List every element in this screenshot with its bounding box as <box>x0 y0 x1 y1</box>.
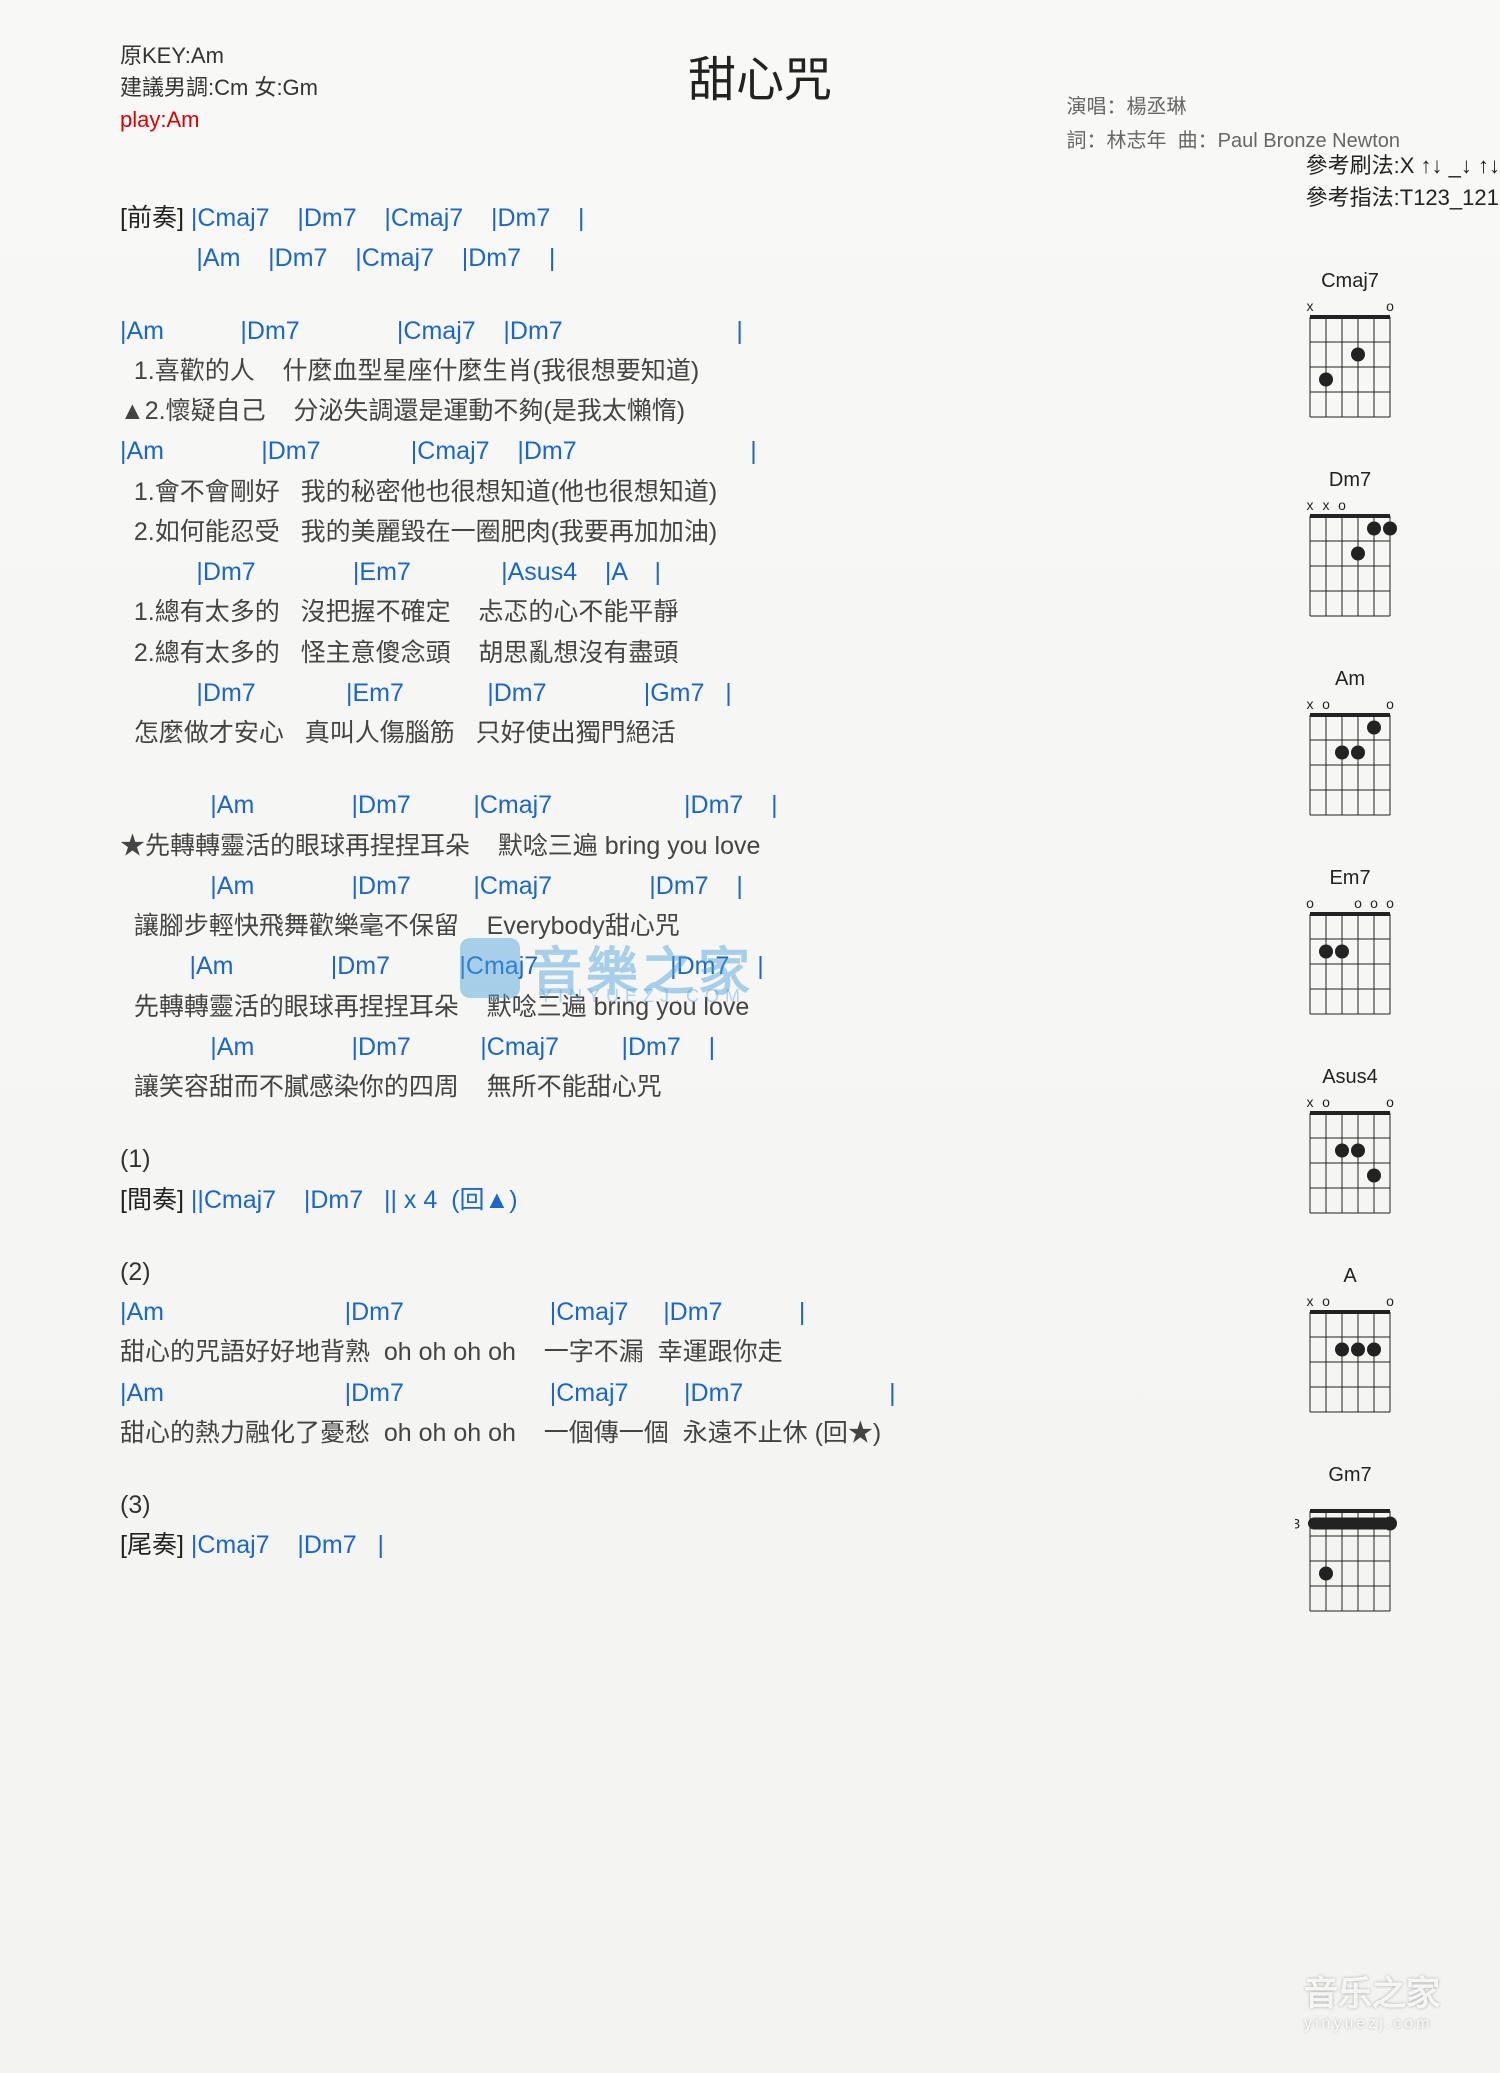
verse1-lyric-2: ▲2.懷疑自己 分泌失調還是運動不夠(是我太懶惰) <box>120 393 1400 429</box>
svg-text:o: o <box>1386 298 1394 314</box>
chord-diagram-label: Gm7 <box>1270 1464 1430 1487</box>
chord-diagram-label: Em7 <box>1270 867 1430 890</box>
svg-text:o: o <box>1386 1293 1394 1309</box>
svg-text:o: o <box>1370 895 1378 911</box>
verse1-lyric-1: 1.喜歡的人 什麼血型星座什麼生肖(我很想要知道) <box>120 353 1400 389</box>
chord-diagram-label: Cmaj7 <box>1270 270 1430 293</box>
footer-watermark: 音乐之家 yinyuezj.com <box>1304 1966 1440 2033</box>
original-key: 原KEY:Am <box>120 40 318 72</box>
chorus4-lyric: 讓笑容甜而不膩感染你的四周 無所不能甜心咒 <box>120 1069 1400 1105</box>
music-sheet: [前奏] |Cmaj7 |Dm7 |Cmaj7 |Dm7 | |Am |Dm7 … <box>120 200 1400 1564</box>
chord-diagram-am: Amxoo <box>1270 668 1430 825</box>
interlude-line: [間奏] ||Cmaj7 |Dm7 || x 4 (回▲) <box>120 1182 1400 1218</box>
svg-text:o: o <box>1386 895 1394 911</box>
bridge1-chords: |Am |Dm7 |Cmaj7 |Dm7 | <box>120 1294 1400 1330</box>
chord-diagram-label: Am <box>1270 668 1430 691</box>
intro-line-1: [前奏] |Cmaj7 |Dm7 |Cmaj7 |Dm7 | <box>120 200 1400 236</box>
verse2-lyric-1: 1.會不會剛好 我的秘密他也很想知道(他也很想知道) <box>120 474 1400 510</box>
bridge2-chords: |Am |Dm7 |Cmaj7 |Dm7 | <box>120 1375 1400 1411</box>
marker-2: (2) <box>120 1254 1400 1290</box>
verse1-chords: |Am |Dm7 |Cmaj7 |Dm7 | <box>120 313 1400 349</box>
strum-pattern: 參考刷法:X ↑↓ _↓ ↑↓ <box>1306 150 1500 182</box>
svg-text:x: x <box>1307 1094 1314 1110</box>
chord-diagram-asus4: Asus4xoo <box>1270 1066 1430 1223</box>
svg-text:o: o <box>1354 895 1362 911</box>
chord-diagram-cmaj7: Cmaj7 x o <box>1270 270 1430 427</box>
chord-diagram-dm7: Dm7xxo <box>1270 469 1430 626</box>
chord-diagram-gm7: Gm7 3 <box>1270 1464 1430 1621</box>
chord-diagram-label: Asus4 <box>1270 1066 1430 1089</box>
svg-text:x: x <box>1307 497 1314 513</box>
svg-text:o: o <box>1322 1094 1330 1110</box>
pre1-lyric-2: 2.總有太多的 怪主意傻念頭 胡思亂想沒有盡頭 <box>120 635 1400 671</box>
play-key: play:Am <box>120 104 318 136</box>
svg-text:3: 3 <box>1295 1516 1300 1532</box>
chord-diagram-em7: Em7oooo <box>1270 867 1430 1024</box>
chorus2-lyric: 讓腳步輕快飛舞歡樂毫不保留 Everybody甜心咒 <box>120 908 1400 944</box>
singer-row: 演唱：楊丞琳 <box>1067 90 1400 124</box>
pre1-lyric-1: 1.總有太多的 沒把握不確定 忐忑的心不能平靜 <box>120 594 1400 630</box>
chord-sheet-page: 原KEY:Am 建議男調:Cm 女:Gm play:Am 甜心咒 演唱：楊丞琳 … <box>0 0 1500 2073</box>
chord-diagram-label: Dm7 <box>1270 469 1430 492</box>
svg-text:o: o <box>1386 1094 1394 1110</box>
chord-diagram-label: A <box>1270 1265 1430 1288</box>
chorus2-chords: |Am |Dm7 |Cmaj7 |Dm7 | <box>120 868 1400 904</box>
suggested-key: 建議男調:Cm 女:Gm <box>120 72 318 104</box>
key-info: 原KEY:Am 建議男調:Cm 女:Gm play:Am <box>120 40 318 136</box>
chorus1-lyric: ★先轉轉靈活的眼球再捏捏耳朵 默唸三遍 bring you love <box>120 828 1400 864</box>
chord-diagrams: Cmaj7xoDm7xxoAmxooEm7ooooAsus4xooAxooGm7… <box>1270 270 1430 1663</box>
finger-pattern: 參考指法:T123_121 <box>1306 182 1500 214</box>
verse2-chords: |Am |Dm7 |Cmaj7 |Dm7 | <box>120 433 1400 469</box>
svg-text:x: x <box>1307 298 1314 314</box>
svg-text:o: o <box>1386 696 1394 712</box>
svg-text:o: o <box>1322 696 1330 712</box>
pre2-lyric: 怎麼做才安心 真叫人傷腦筋 只好使出獨門絕活 <box>120 715 1400 751</box>
outro-line: [尾奏] |Cmaj7 |Dm7 | <box>120 1527 1400 1563</box>
pre1-chords: |Dm7 |Em7 |Asus4 |A | <box>120 554 1400 590</box>
svg-text:o: o <box>1338 497 1346 513</box>
header: 原KEY:Am 建議男調:Cm 女:Gm play:Am 甜心咒 演唱：楊丞琳 … <box>120 40 1400 170</box>
svg-text:x: x <box>1307 696 1314 712</box>
bridge1-lyric: 甜心的咒語好好地背熟 oh oh oh oh 一字不漏 幸運跟你走 <box>120 1334 1400 1370</box>
marker-3: (3) <box>120 1487 1400 1523</box>
svg-text:x: x <box>1307 1293 1314 1309</box>
svg-text:o: o <box>1306 895 1314 911</box>
chorus1-chords: |Am |Dm7 |Cmaj7 |Dm7 | <box>120 787 1400 823</box>
credits: 演唱：楊丞琳 詞：林志年 曲：Paul Bronze Newton <box>1067 90 1400 158</box>
chorus3-chords: |Am |Dm7 |Cmaj7 |Dm7 | <box>120 948 1400 984</box>
chord-diagram-a: Axoo <box>1270 1265 1430 1422</box>
chorus3-lyric: 先轉轉靈活的眼球再捏捏耳朵 默唸三遍 bring you love <box>120 989 1400 1025</box>
intro-line-2: |Am |Dm7 |Cmaj7 |Dm7 | <box>120 240 1400 276</box>
marker-1: (1) <box>120 1141 1400 1177</box>
playing-patterns: 參考刷法:X ↑↓ _↓ ↑↓ 參考指法:T123_121 <box>1306 150 1500 214</box>
pre2-chords: |Dm7 |Em7 |Dm7 |Gm7 | <box>120 675 1400 711</box>
chorus4-chords: |Am |Dm7 |Cmaj7 |Dm7 | <box>120 1029 1400 1065</box>
svg-text:x: x <box>1323 497 1330 513</box>
bridge2-lyric: 甜心的熱力融化了憂愁 oh oh oh oh 一個傳一個 永遠不止休 (回★) <box>120 1415 1400 1451</box>
svg-text:o: o <box>1322 1293 1330 1309</box>
verse2-lyric-2: 2.如何能忍受 我的美麗毀在一圈肥肉(我要再加加油) <box>120 514 1400 550</box>
